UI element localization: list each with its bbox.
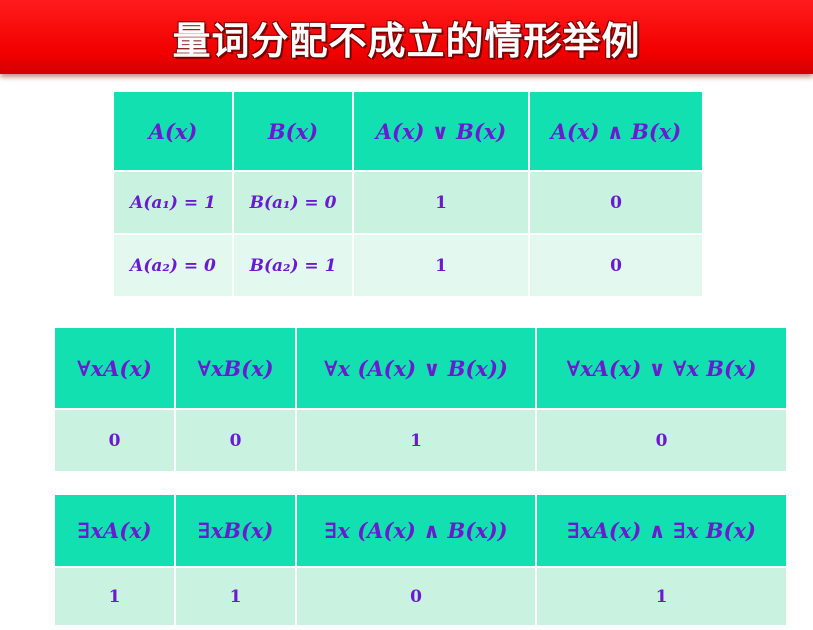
table-row: 0 0 1 0 [53,408,788,473]
table-cell: A(a₂) = 0 [112,233,234,298]
table-cell: 1 [53,566,176,627]
header-cell: ∃xA(x) [53,493,176,568]
table-row: A(a₂) = 0 B(a₂) = 1 1 0 [112,233,704,298]
header-cell: B(x) [232,90,354,172]
header-cell: A(x) ∨ B(x) [352,90,530,172]
table-header-row: ∀xA(x) ∀xB(x) ∀x (A(x) ∨ B(x)) ∀xA(x) ∨ … [53,326,788,410]
table-cell: B(a₂) = 1 [232,233,354,298]
table-cell: 0 [174,408,297,473]
header-cell: ∃xB(x) [174,493,297,568]
table-cell: 0 [53,408,176,473]
table-row: 1 1 0 1 [53,566,788,627]
table-cell: 1 [352,233,530,298]
title-banner: 量词分配不成立的情形举例 [0,0,813,74]
table-header-row: A(x) B(x) A(x) ∨ B(x) A(x) ∧ B(x) [112,90,704,172]
table-cell: 1 [535,566,788,627]
header-cell: ∃x (A(x) ∧ B(x)) [295,493,537,568]
header-cell: A(x) ∧ B(x) [528,90,704,172]
truth-table-ab: A(x) B(x) A(x) ∨ B(x) A(x) ∧ B(x) A(a₁) … [112,90,704,298]
table-cell: 0 [535,408,788,473]
forall-table: ∀xA(x) ∀xB(x) ∀x (A(x) ∨ B(x)) ∀xA(x) ∨ … [53,326,788,473]
table-cell: 1 [295,408,537,473]
exists-table: ∃xA(x) ∃xB(x) ∃x (A(x) ∧ B(x)) ∃xA(x) ∧ … [53,493,788,627]
header-cell: ∀xA(x) ∨ ∀x B(x) [535,326,788,410]
table-header-row: ∃xA(x) ∃xB(x) ∃x (A(x) ∧ B(x)) ∃xA(x) ∧ … [53,493,788,568]
header-cell: ∀x (A(x) ∨ B(x)) [295,326,537,410]
table-row: A(a₁) = 1 B(a₁) = 0 1 0 [112,170,704,235]
header-cell: ∃xA(x) ∧ ∃x B(x) [535,493,788,568]
header-cell: ∀xB(x) [174,326,297,410]
table-cell: 0 [295,566,537,627]
table-cell: 0 [528,233,704,298]
page-title: 量词分配不成立的情形举例 [172,18,641,63]
table-cell: 1 [352,170,530,235]
header-cell: ∀xA(x) [53,326,176,410]
table-cell: 1 [174,566,297,627]
table-cell: B(a₁) = 0 [232,170,354,235]
table-cell: A(a₁) = 1 [112,170,234,235]
table-cell: 0 [528,170,704,235]
header-cell: A(x) [112,90,234,172]
